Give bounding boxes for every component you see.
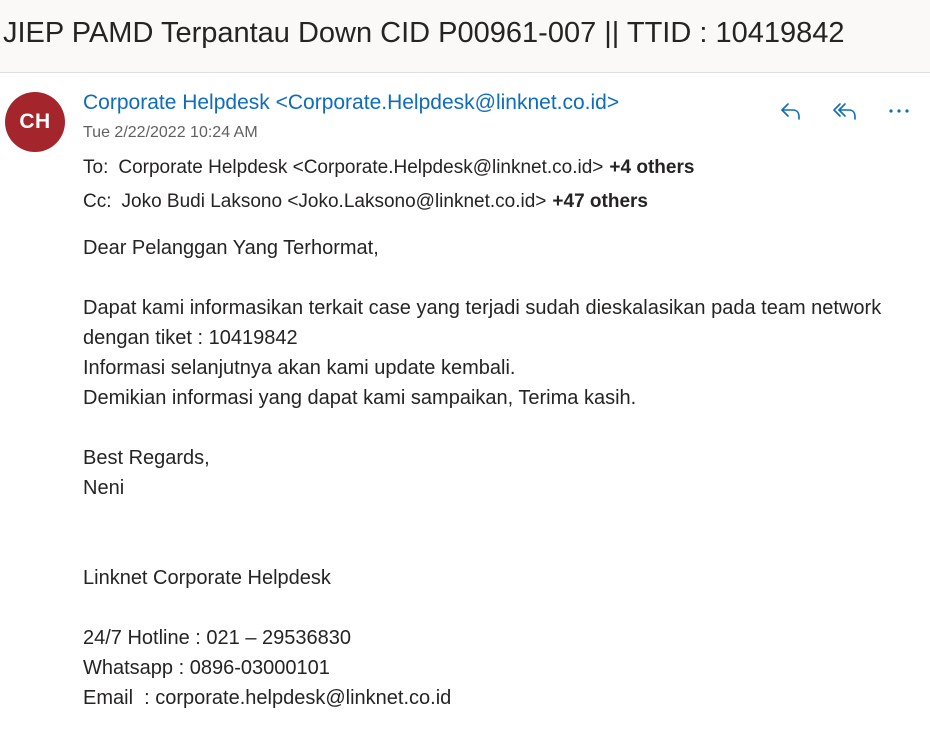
signer-name: Neni [83,477,125,499]
to-more-recipients[interactable]: +4 others [609,157,694,178]
sender-avatar[interactable]: CH [5,92,65,152]
to-label: To: [83,157,109,178]
signature-whatsapp: Whatsapp : 0896-03000101 [83,657,330,679]
reply-icon [778,98,804,124]
more-options-icon [886,98,912,124]
sent-date: Tue 2/22/2022 10:24 AM [83,124,258,141]
reply-button[interactable] [774,96,808,126]
subject-bar: JIEP PAMD Terpantau Down CID P00961-007 … [0,0,930,73]
reply-all-icon [831,98,859,124]
cc-recipient[interactable]: Joko Budi Laksono <Joko.Laksono@linknet.… [122,191,547,212]
to-recipient[interactable]: Corporate Helpdesk <Corporate.Helpdesk@l… [118,157,603,178]
body-paragraph-3: Demikian informasi yang dapat kami sampa… [83,387,637,409]
signature-email[interactable]: Email : corporate.helpdesk@linknet.co.id [83,683,903,713]
cc-more-recipients[interactable]: +47 others [552,191,648,212]
signature-hotline: 24/7 Hotline : 021 – 29536830 [83,627,351,649]
signature-company: Linknet Corporate Helpdesk [83,567,331,589]
cc-label: Cc: [83,191,112,212]
message-body[interactable]: Dear Pelanggan Yang Terhormat, Dapat kam… [83,233,903,713]
sender-name[interactable]: Corporate Helpdesk <Corporate.Helpdesk@l… [83,89,619,117]
body-paragraph-2: Informasi selanjutnya akan kami update k… [83,357,516,379]
to-line: To: Corporate Helpdesk <Corporate.Helpdes… [83,156,694,180]
message-actions [774,96,916,126]
greeting: Dear Pelanggan Yang Terhormat, [83,237,379,259]
more-options-button[interactable] [882,96,916,126]
email-subject: JIEP PAMD Terpantau Down CID P00961-007 … [3,17,845,49]
closing-regards: Best Regards, [83,447,210,469]
reply-all-button[interactable] [828,96,862,126]
cc-line: Cc: Joko Budi Laksono <Joko.Laksono@linkn… [83,190,648,214]
body-paragraph-1: Dapat kami informasikan terkait case yan… [83,297,887,349]
